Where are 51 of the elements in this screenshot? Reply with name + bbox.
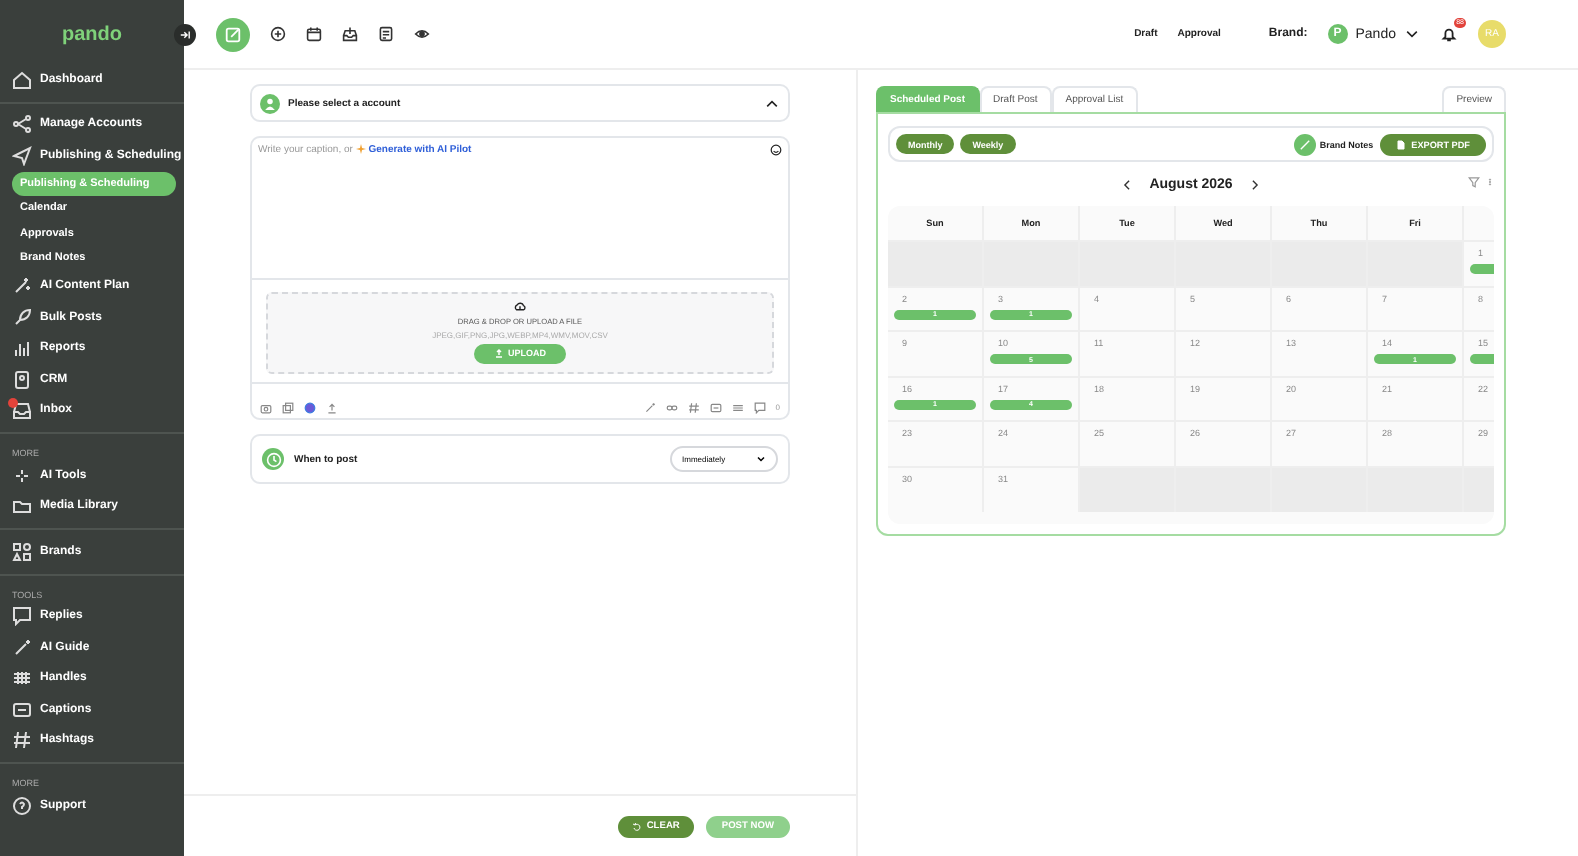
hashtag-icon (687, 401, 700, 414)
gallery-icon (282, 401, 294, 414)
home-icon (12, 69, 32, 90)
magic-wand-icon (12, 637, 32, 658)
edit-icon (1297, 137, 1312, 151)
camera-icon (260, 401, 272, 414)
cloud-upload-icon (512, 299, 528, 314)
chat-icon (12, 606, 32, 627)
upload-icon (326, 401, 338, 414)
nodes-icon (12, 114, 32, 135)
grid-icon (12, 668, 32, 689)
send-icon (12, 145, 32, 166)
user-icon (260, 93, 280, 113)
contact-book-icon (12, 369, 32, 390)
upload-icon (494, 348, 504, 359)
globe-icon (304, 401, 316, 414)
inbox-icon (342, 26, 358, 42)
collapse-button[interactable] (174, 23, 196, 45)
caption-icon (12, 699, 32, 720)
chevron-down-icon (1404, 26, 1420, 42)
logo: pando (62, 22, 122, 50)
bar-chart-icon (12, 338, 32, 359)
chevron-down-icon (756, 454, 766, 464)
help-icon (12, 795, 32, 816)
caption-icon (709, 401, 722, 414)
link-icon (665, 401, 678, 414)
clock-icon (265, 451, 281, 467)
inbox-icon (12, 400, 32, 421)
chevron-up-icon (764, 95, 780, 111)
compose-button[interactable] (216, 17, 250, 51)
grid-icon (731, 401, 744, 414)
eye-icon (414, 26, 430, 42)
more-icon (1486, 176, 1494, 188)
bell-icon (1440, 25, 1458, 43)
folder-icon (12, 496, 32, 517)
previous-month-button[interactable] (1119, 177, 1134, 191)
next-month-button[interactable] (1248, 177, 1263, 191)
chat-icon (753, 401, 766, 414)
chevron-right-icon (1248, 177, 1263, 191)
emoji-icon (770, 144, 782, 156)
filter-icon (1468, 176, 1480, 188)
magic-wand-icon (643, 401, 656, 414)
collapse-icon (178, 27, 192, 41)
calendar-icon (306, 26, 322, 42)
edit-icon (224, 25, 242, 43)
list-icon (378, 26, 394, 42)
chevron-left-icon (1119, 177, 1134, 191)
brands-icon (12, 541, 32, 562)
hashtag-icon (12, 730, 32, 751)
undo-icon (632, 821, 643, 831)
document-icon (1395, 139, 1406, 149)
